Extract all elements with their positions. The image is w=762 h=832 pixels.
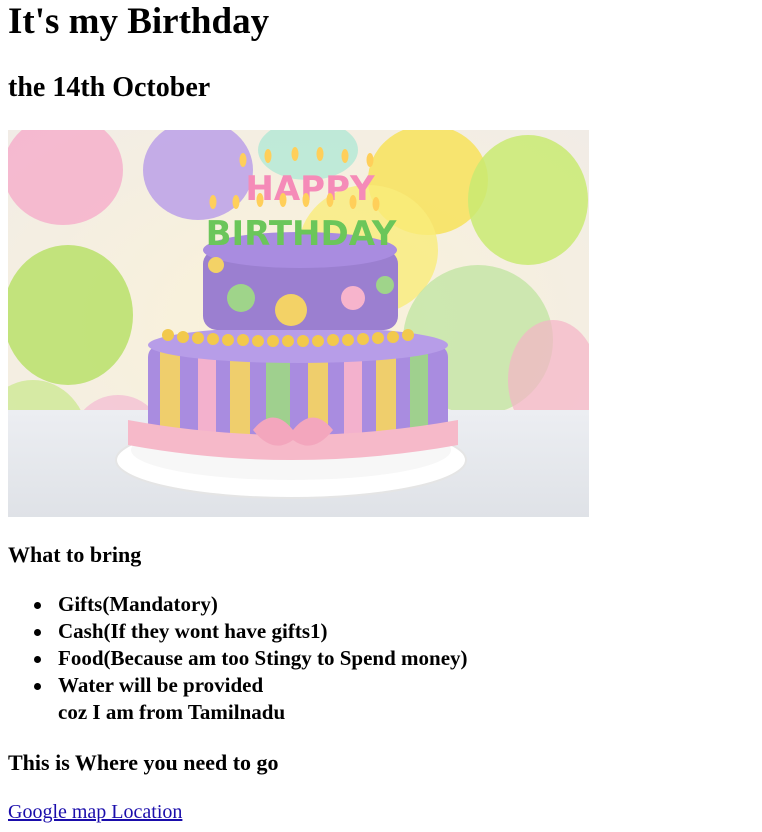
bullet-icon — [34, 602, 41, 609]
bullet-icon — [34, 629, 41, 636]
list-item: Gifts(Mandatory) — [8, 591, 608, 618]
bring-list: Gifts(Mandatory) Cash(If they wont have … — [8, 591, 608, 726]
page-title: It's my Birthday — [8, 1, 270, 42]
list-item: Food(Because am too Stingy to Spend mone… — [8, 645, 608, 672]
list-item: Cash(If they wont have gifts1) — [8, 618, 608, 645]
what-to-bring-heading: What to bring — [8, 542, 142, 567]
list-item: Water will be provided coz I am from Tami… — [8, 672, 608, 726]
list-item-text: Cash(If they wont have gifts1) — [58, 619, 328, 643]
list-item-text: Food(Because am too Stingy to Spend mone… — [58, 646, 468, 670]
bullet-icon — [34, 656, 41, 663]
birthday-cake-illustration: HAPPY BIRTHDAY — [8, 130, 589, 517]
google-map-link[interactable]: Google map Location — [8, 799, 182, 825]
birthday-candles: BIRTHDAY — [206, 214, 397, 254]
birthday-cake-image: HAPPY BIRTHDAY — [8, 130, 589, 517]
bullet-icon — [34, 683, 41, 690]
list-item-text: Water will be provided — [58, 673, 264, 697]
list-item-text: Gifts(Mandatory) — [58, 592, 218, 616]
event-date: the 14th October — [8, 72, 211, 103]
list-item-text-continuation: coz I am from Tamilnadu — [58, 700, 286, 724]
location-heading: This is Where you need to go — [8, 750, 279, 775]
